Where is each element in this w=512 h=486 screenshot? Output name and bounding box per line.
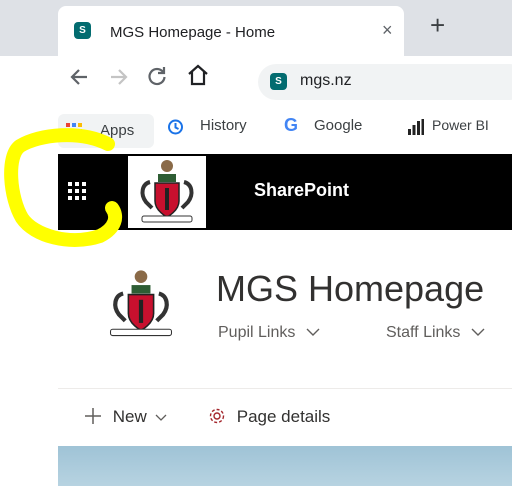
chevron-down-icon — [306, 328, 320, 336]
site-logo[interactable] — [100, 264, 182, 349]
yellow-highlight-annotation — [4, 128, 123, 247]
gear-icon — [209, 408, 225, 424]
sharepoint-site-icon: S — [270, 73, 287, 90]
nav-staff-links-label: Staff Links — [386, 324, 461, 341]
browser-tab[interactable]: S MGS Homepage - Home × — [58, 6, 404, 56]
sharepoint-brand[interactable]: SharePoint — [254, 180, 349, 201]
history-icon — [168, 119, 183, 135]
tab-title: MGS Homepage - Home — [110, 24, 276, 41]
bookmark-google-label: Google — [314, 117, 363, 134]
plus-icon — [85, 408, 101, 424]
tab-close-icon[interactable]: × — [382, 20, 393, 41]
home-icon[interactable] — [186, 63, 210, 93]
page-details-label: Page details — [236, 407, 331, 426]
bookmark-powerbi-label: Power BI — [432, 117, 489, 133]
chevron-down-icon — [471, 328, 485, 336]
hero-banner-image — [58, 446, 512, 486]
nav-pupil-links-label: Pupil Links — [218, 324, 296, 341]
site-title[interactable]: MGS Homepage — [216, 268, 484, 310]
page-details-button[interactable]: Page details — [208, 407, 330, 427]
new-button[interactable]: New — [84, 407, 167, 427]
chevron-down-icon — [156, 414, 167, 421]
address-bar[interactable]: S mgs.nz — [258, 64, 512, 100]
power-bi-icon — [408, 119, 424, 135]
reload-icon[interactable] — [146, 64, 168, 94]
new-button-label: New — [112, 407, 147, 426]
sharepoint-favicon-icon: S — [74, 22, 91, 39]
nav-pupil-links[interactable]: Pupil Links — [218, 324, 320, 342]
back-arrow-icon[interactable] — [68, 66, 90, 94]
url-text[interactable]: mgs.nz — [300, 72, 352, 90]
nav-staff-links[interactable]: Staff Links — [386, 324, 485, 342]
new-tab-button[interactable]: + — [430, 10, 445, 41]
bookmark-history-label: History — [200, 117, 247, 134]
forward-arrow-icon[interactable] — [108, 66, 130, 94]
school-crest-logo[interactable] — [128, 156, 206, 228]
browser-tab-strip: S MGS Homepage - Home × + — [0, 0, 512, 56]
command-bar: New Page details — [58, 388, 512, 447]
google-icon: G — [284, 115, 299, 135]
